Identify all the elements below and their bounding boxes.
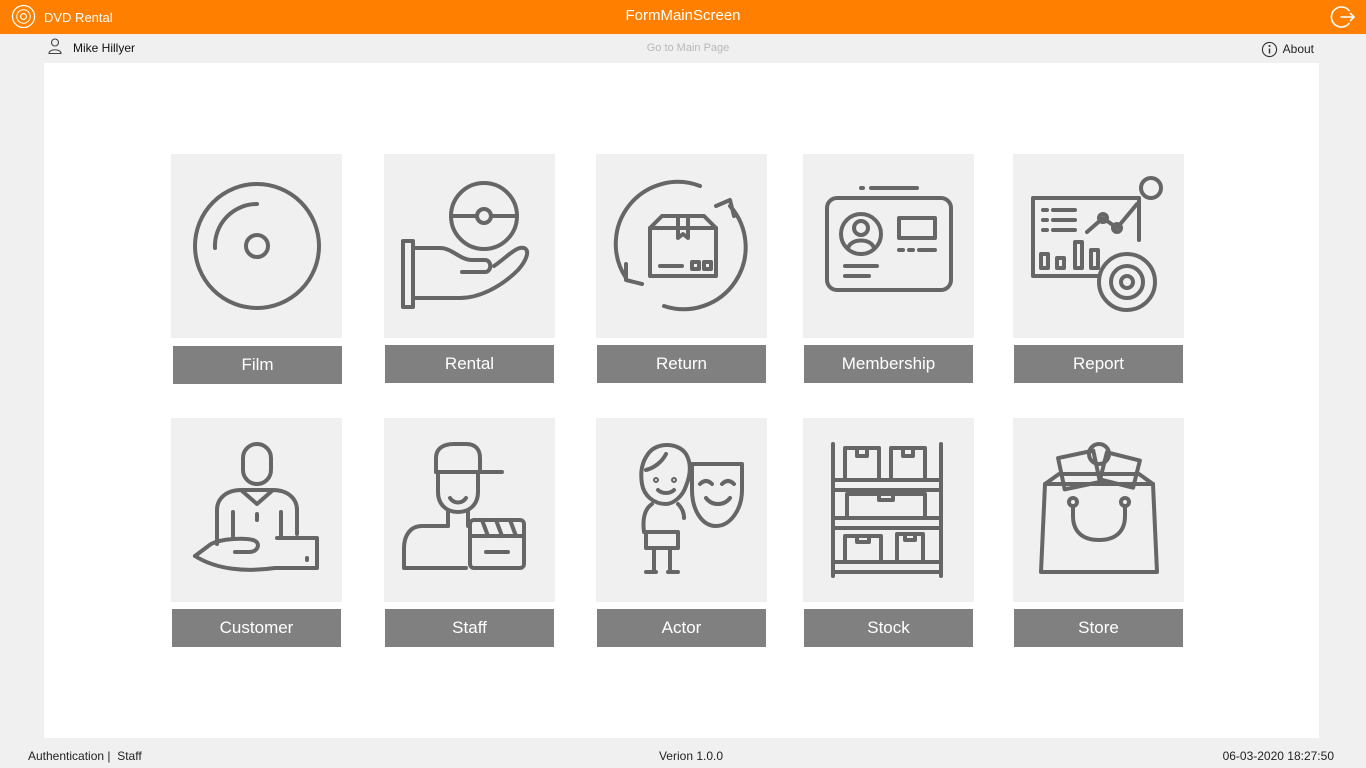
user-icon xyxy=(48,38,62,54)
disc-icon xyxy=(192,182,321,310)
report-button[interactable]: Report xyxy=(1014,345,1183,383)
hand-disc-icon xyxy=(400,181,529,309)
window-title: FormMainScreen xyxy=(625,7,741,24)
customer-button[interactable]: Customer xyxy=(172,609,341,647)
shelf-icon xyxy=(830,442,943,578)
membership-tile-image[interactable] xyxy=(803,154,974,338)
staff-button[interactable]: Staff xyxy=(385,609,554,647)
rental-tile-image[interactable] xyxy=(384,154,555,338)
actor-mask-icon xyxy=(638,443,744,574)
stock-button[interactable]: Stock xyxy=(804,609,973,647)
report-tile-image[interactable] xyxy=(1013,154,1184,338)
actor-tile-image[interactable] xyxy=(596,418,767,602)
report-chart-icon xyxy=(1030,176,1163,312)
about-label: About xyxy=(1282,42,1314,56)
about-button[interactable]: About xyxy=(1261,40,1314,58)
store-tile-image[interactable] xyxy=(1013,418,1184,602)
rental-button[interactable]: Rental xyxy=(385,345,554,383)
logout-icon[interactable] xyxy=(1330,4,1356,30)
shopping-bag-icon xyxy=(1038,442,1159,574)
info-icon xyxy=(1261,41,1277,57)
go-to-main-page-link[interactable]: Go to Main Page xyxy=(600,42,776,54)
main-panel: Film Rental Return Membership Report Cus… xyxy=(44,63,1319,738)
staff-tile-image[interactable] xyxy=(384,418,555,602)
stock-tile-image[interactable] xyxy=(803,418,974,602)
store-button[interactable]: Store xyxy=(1014,609,1183,647)
return-button[interactable]: Return xyxy=(597,345,766,383)
customer-tile-image[interactable] xyxy=(171,418,342,602)
user-name: Mike Hillyer xyxy=(73,41,136,55)
film-tile-image[interactable] xyxy=(171,154,342,338)
return-tile-image[interactable] xyxy=(596,154,767,338)
staff-icon xyxy=(401,442,526,570)
datetime-label: 06-03-2020 18:27:50 xyxy=(1222,749,1334,763)
film-button[interactable]: Film xyxy=(173,346,342,384)
version-label: Verion 1.0.0 xyxy=(658,749,724,763)
actor-button[interactable]: Actor xyxy=(597,609,766,647)
customer-icon xyxy=(192,442,319,572)
box-return-icon xyxy=(613,179,748,312)
membership-button[interactable]: Membership xyxy=(804,345,973,383)
id-card-icon xyxy=(824,186,953,292)
title-bar: DVD Rental FormMainScreen xyxy=(0,0,1366,34)
